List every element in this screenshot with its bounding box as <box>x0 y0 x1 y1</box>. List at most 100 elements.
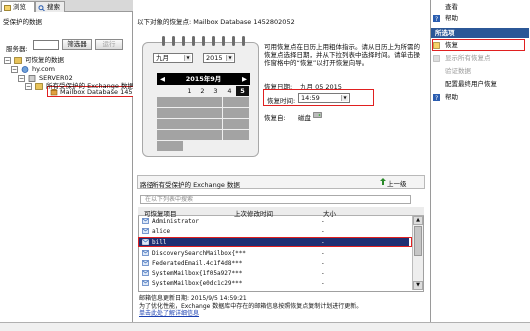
mailbox-icon <box>142 250 149 256</box>
recovery-point-header: 以下对象的恢复点: Mailbox Database 1452802052 <box>137 18 295 26</box>
recoverable-data-icon <box>14 57 22 64</box>
restore-time-label: 恢复时间: <box>267 97 296 105</box>
prev-month-icon[interactable]: ◀ <box>160 73 165 85</box>
chevron-down-icon[interactable]: ▼ <box>341 95 348 101</box>
chevron-down-icon[interactable]: ▼ <box>184 55 191 61</box>
mailbox-icon <box>142 280 149 286</box>
horizontal-scrollbar[interactable] <box>0 322 530 331</box>
collapse-icon[interactable]: − <box>25 83 32 90</box>
calendar-day[interactable]: 3 <box>209 86 222 96</box>
scroll-down-icon[interactable]: ▼ <box>413 281 423 290</box>
action-label: 显示所有恢复点 <box>445 54 491 62</box>
restore-time-value: 14:59 <box>301 94 320 102</box>
tab-browse[interactable]: 浏览 <box>1 1 35 12</box>
tree-node-label: 可恢复的数据 <box>25 56 64 64</box>
list-header <box>138 207 424 216</box>
action-label: 帮助 <box>445 93 458 101</box>
item-name: SystemMailbox{1f05a927*** <box>152 270 243 277</box>
recovery-points-icon <box>433 55 440 62</box>
tree-node-mailbox-database[interactable]: Mailbox Database 1452802 <box>50 88 149 97</box>
restore-from-value: 磁盘 <box>298 114 311 122</box>
chevron-down-icon[interactable]: ▼ <box>226 55 233 61</box>
calendar-day[interactable]: 1 <box>183 86 196 96</box>
restore-time-select[interactable]: 14:59 ▼ <box>298 93 350 103</box>
svg-text:?: ? <box>435 16 438 22</box>
restore-from-label: 恢复自: <box>264 114 286 122</box>
item-modified: - <box>321 228 325 235</box>
item-name: Administrator <box>152 218 199 225</box>
row-highlight-box <box>138 237 412 247</box>
calendar-day-selected[interactable]: 5 <box>236 86 249 96</box>
action-label: 配置最终用户恢复 <box>445 80 497 88</box>
exchange-icon <box>35 83 43 90</box>
item-modified: - <box>321 270 325 277</box>
item-modified: - <box>321 260 325 267</box>
calendar-day[interactable]: 4 <box>223 86 236 96</box>
list-item[interactable]: Administrator - <box>139 217 409 226</box>
year-value: 2015 <box>206 54 223 62</box>
item-name: DiscoverySearchMailbox{*** <box>152 250 246 257</box>
go-button[interactable]: 运行 <box>95 39 123 50</box>
restore-instructions: 可用恢复点在日历上用粗体指示。请从日历上为所需的恢复点选择日期，并从下拉列表中选… <box>264 43 420 67</box>
tree-node-domain[interactable]: − hy.com <box>11 65 111 74</box>
list-scrollbar[interactable]: ▲ ▼ <box>412 216 423 290</box>
mailbox-icon <box>142 260 149 266</box>
month-select[interactable]: 九月 ▼ <box>153 53 193 63</box>
database-icon <box>50 88 58 96</box>
search-icon <box>38 4 45 12</box>
list-item[interactable]: alice - <box>139 227 409 236</box>
tab-browse-label: 浏览 <box>13 3 26 11</box>
selected-items-section-header: 所选项 <box>431 28 529 38</box>
scroll-thumb[interactable] <box>414 226 422 256</box>
year-select[interactable]: 2015 ▼ <box>203 53 235 63</box>
footer-updated: 邮箱信息更新日期: 2015/9/5 14:59:21 <box>139 295 247 302</box>
list-item[interactable]: SystemMailbox{e0dc1c29*** - <box>139 279 409 288</box>
list-search-input[interactable]: 在以下列表中搜索 <box>140 195 411 204</box>
item-name: SystemMailbox{e0dc1c29*** <box>152 280 243 287</box>
restore-icon <box>433 42 440 49</box>
item-name: FederatedEmail.4c1f4d8*** <box>152 260 243 267</box>
calendar-title: 2015年9月 <box>185 75 222 83</box>
month-value: 九月 <box>156 54 169 62</box>
item-modified: - <box>321 250 325 257</box>
list-item[interactable]: FederatedEmail.4c1f4d8*** - <box>139 259 409 268</box>
item-name: alice <box>152 228 171 235</box>
collapse-icon[interactable]: − <box>4 57 11 64</box>
tree-node-recoverable[interactable]: − 可恢复的数据 <box>4 56 104 65</box>
collapse-icon[interactable]: − <box>18 75 25 82</box>
disk-icon <box>313 112 322 118</box>
tree-node-label: hy.com <box>32 65 55 73</box>
help-icon: ? <box>433 94 440 102</box>
server-icon <box>28 75 36 82</box>
server-input[interactable] <box>33 40 59 50</box>
server-label: 服务器: <box>6 45 28 53</box>
mailbox-icon <box>142 270 149 276</box>
help-icon: ? <box>433 15 440 23</box>
list-item[interactable]: SystemMailbox{1f05a927*** - <box>139 269 409 278</box>
mailbox-icon <box>142 228 149 234</box>
tab-strip: 浏览 搜索 <box>0 0 133 12</box>
svg-text:?: ? <box>435 95 438 101</box>
collapse-icon[interactable]: − <box>11 66 18 73</box>
details-link[interactable]: 单击此处了解详细信息 <box>139 310 429 318</box>
up-one-level-button[interactable]: 上一级 <box>387 178 407 188</box>
scroll-up-icon[interactable]: ▲ <box>413 216 423 225</box>
item-modified: - <box>321 218 325 225</box>
filter-button[interactable]: 筛选器 <box>62 39 92 50</box>
calendar-rings <box>158 36 248 46</box>
calendar-day[interactable]: 2 <box>196 86 209 96</box>
path-value: 所有受保护的 Exchange 数据 <box>152 181 240 189</box>
action-label: 查看 <box>445 3 458 11</box>
list-item[interactable]: DiscoverySearchMailbox{*** - <box>139 249 409 258</box>
tab-search-label: 搜索 <box>47 3 60 11</box>
up-folder-icon[interactable] <box>380 178 386 185</box>
action-label: 帮助 <box>445 14 458 22</box>
item-modified: - <box>321 280 325 287</box>
tab-search[interactable]: 搜索 <box>35 1 65 12</box>
next-month-icon[interactable]: ▶ <box>242 73 247 85</box>
browse-icon <box>4 4 11 11</box>
calendar-grid: 1 2 3 4 5 <box>157 86 250 152</box>
action-label: 验证数据 <box>445 67 471 75</box>
mailbox-info-footer: 邮箱信息更新日期: 2015/9/5 14:59:21 为了优化性能，Excha… <box>139 295 429 318</box>
action-label: 恢复 <box>445 41 458 49</box>
